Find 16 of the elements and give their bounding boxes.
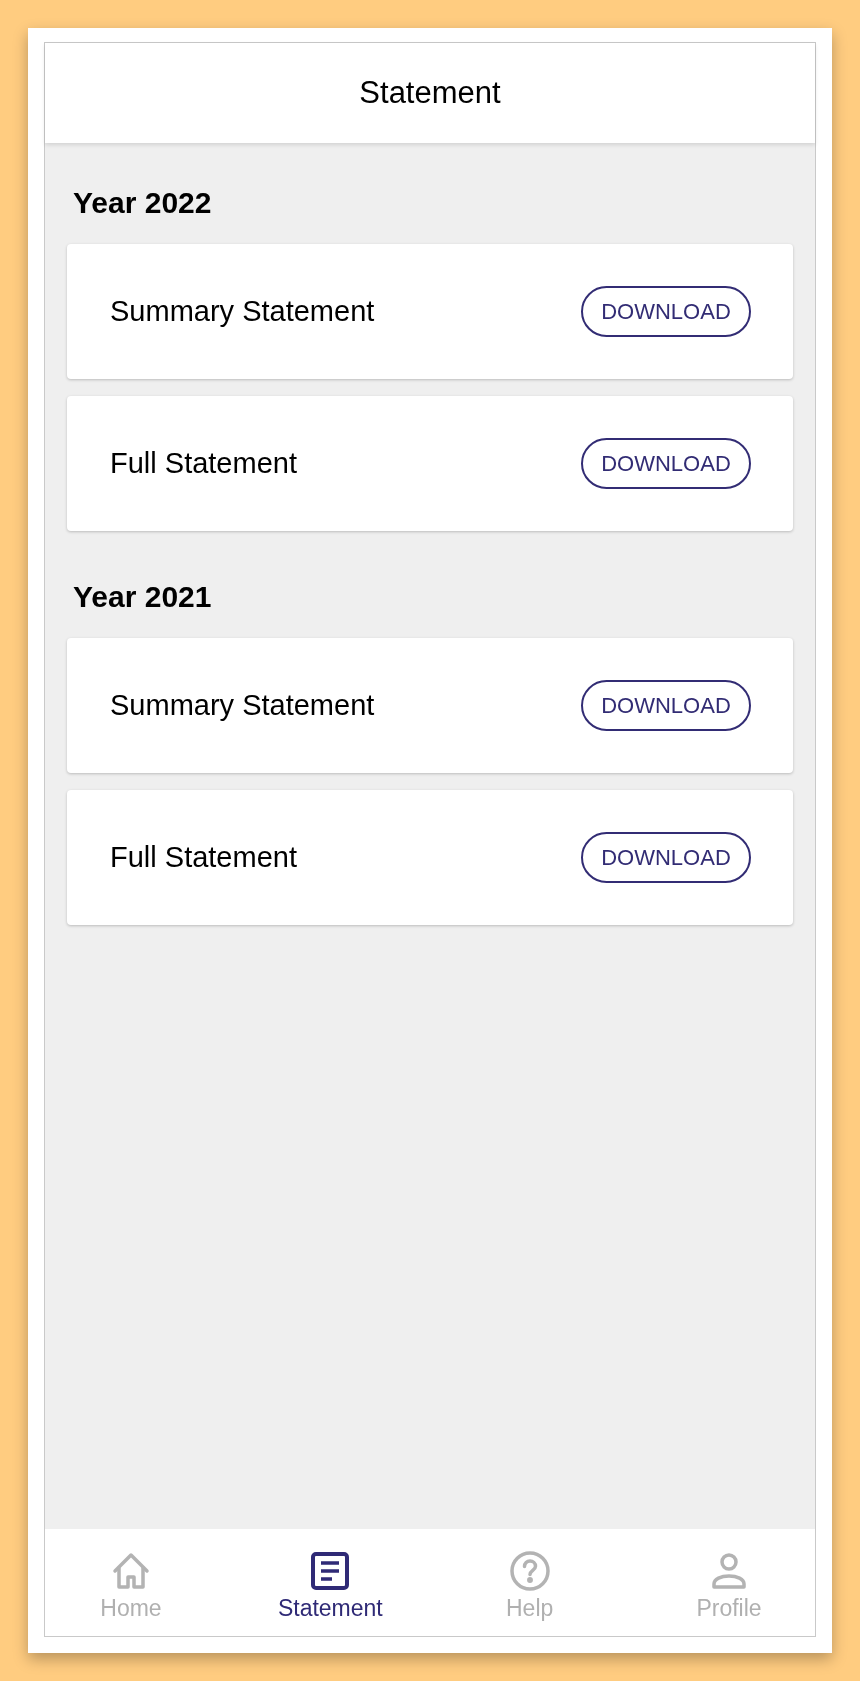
download-button[interactable]: DOWNLOAD: [581, 680, 751, 731]
page-title: Statement: [359, 73, 501, 112]
home-icon: [111, 1551, 151, 1591]
year-heading: Year 2021: [72, 579, 213, 615]
statement-label: Summary Statement: [110, 687, 375, 723]
nav-tab[interactable]: Statement: [270, 1551, 391, 1623]
person-icon: [709, 1551, 749, 1591]
statement-label: Full Statement: [110, 839, 297, 875]
download-button[interactable]: DOWNLOAD: [581, 286, 751, 337]
download-button[interactable]: DOWNLOAD: [581, 832, 751, 883]
help-icon: [509, 1551, 550, 1591]
download-button[interactable]: DOWNLOAD: [581, 438, 751, 489]
year-heading: Year 2022: [72, 185, 213, 221]
document-icon: [310, 1551, 351, 1591]
statement-label: Summary Statement: [110, 293, 375, 329]
statement-label: Full Statement: [110, 445, 297, 481]
